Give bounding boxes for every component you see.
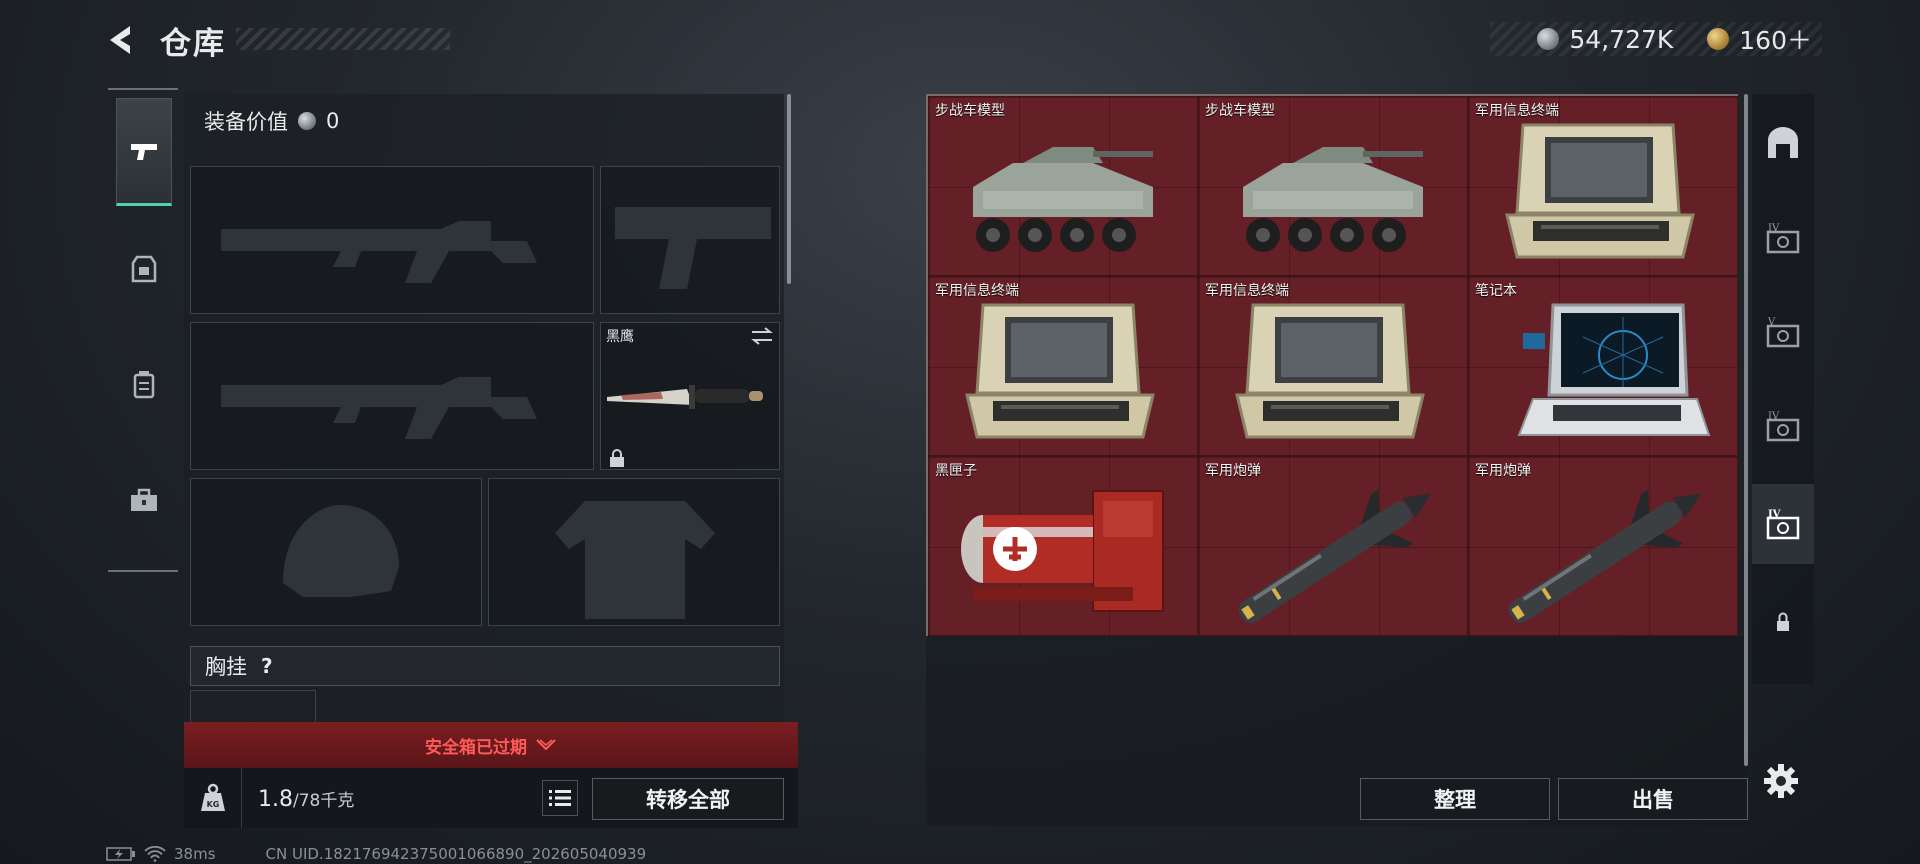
settings-gear-icon[interactable]: [1762, 762, 1800, 800]
lock-icon: [1777, 612, 1789, 631]
tab-armor[interactable]: [116, 214, 172, 322]
storage-item-black-box[interactable]: 黑匣子: [928, 456, 1198, 636]
rail-tab-storage-2[interactable]: V: [1752, 292, 1814, 372]
helmet-slot[interactable]: [190, 478, 482, 626]
silver-coin-icon: [298, 112, 316, 130]
rail-tab-storage-3[interactable]: IV: [1752, 386, 1814, 466]
list-icon: [549, 790, 571, 806]
safe-box-expired-banner[interactable]: 安全箱已过期: [184, 722, 798, 768]
helmet-placeholder-icon: [283, 505, 399, 597]
svg-text:IV: IV: [1768, 411, 1780, 422]
tab-toolbox[interactable]: [116, 446, 172, 554]
weight-box: KG: [184, 768, 242, 828]
storage-box-icon: IV: [1766, 411, 1800, 442]
gold-coin-icon: [1707, 28, 1730, 50]
battery-icon: [106, 847, 135, 861]
list-view-button[interactable]: [542, 780, 578, 816]
swap-arrows-icon[interactable]: [750, 326, 774, 346]
rail-tab-storage-4[interactable]: IV: [1752, 484, 1814, 564]
ifv-model-icon: [1243, 147, 1423, 252]
page-title: 仓库: [160, 26, 226, 62]
rail-tab-locked[interactable]: [1752, 582, 1814, 662]
armor-placeholder-icon: [555, 501, 715, 619]
equipment-value-amount: 0: [326, 109, 340, 133]
wifi-icon: [144, 846, 166, 862]
back-arrow-icon[interactable]: [104, 22, 140, 58]
status-line: 38ms CN UID.18217694237500106689​0_20260…: [106, 845, 646, 863]
backpack-icon: [133, 371, 155, 399]
military-terminal-icon: [1235, 303, 1425, 439]
pistol-slot[interactable]: [600, 166, 780, 314]
tab-backpack[interactable]: [116, 330, 172, 438]
storage-grid: 步战车模型 步战车模型 军用信息终端 军用信息终端 军用信息终端 笔记本 黑匣子 军用炮弹 军用…: [926, 94, 1738, 636]
chest-rig-slot[interactable]: [190, 690, 316, 726]
artillery-shell-icon: [1508, 489, 1701, 623]
storage-item-military-terminal[interactable]: 军用信息终端: [928, 276, 1198, 456]
military-terminal-icon: [1505, 123, 1695, 259]
equipment-tab-column: [108, 88, 178, 572]
sort-button[interactable]: 整理: [1360, 778, 1550, 820]
chevron-down-icon: [536, 739, 556, 751]
currency-bar: 54,727K 160＋: [1490, 22, 1822, 56]
currency-secondary[interactable]: 160＋: [1739, 21, 1812, 57]
storage-scrollbar[interactable]: [1744, 94, 1748, 766]
secondary-weapon-slot[interactable]: [190, 322, 594, 470]
pistol-placeholder-icon: [615, 207, 771, 289]
equipment-value: 装备价值 0: [204, 106, 339, 136]
equipment-value-label: 装备价值: [204, 110, 288, 134]
ping-value: 38ms: [174, 845, 216, 863]
help-icon[interactable]: ?: [261, 654, 273, 678]
tab-weapons[interactable]: [116, 98, 172, 206]
weight-kg-icon: KG: [200, 783, 225, 811]
silver-coin-icon: [1537, 28, 1560, 50]
ifv-model-icon: [973, 147, 1153, 252]
sell-button[interactable]: 出售: [1558, 778, 1748, 820]
vault-icon: [1768, 127, 1798, 158]
weight-readout: 1.8/78千克: [258, 786, 354, 812]
chest-rig-section: 胸挂 ?: [190, 646, 780, 686]
safe-box-status: 安全箱已过期: [425, 737, 527, 758]
vest-icon: [131, 255, 157, 283]
equipment-scrollbar[interactable]: [787, 94, 791, 284]
storage-box-icon: IV: [1766, 509, 1800, 540]
storage-item-artillery-shell[interactable]: 军用炮弹: [1468, 456, 1738, 636]
transfer-all-button[interactable]: 转移全部: [592, 778, 784, 820]
rifle-placeholder-icon: [221, 377, 537, 439]
rail-tab-storage-1[interactable]: IV: [1752, 198, 1814, 278]
rifle-placeholder-icon: [221, 221, 537, 283]
weight-current: 1.8: [258, 787, 293, 812]
storage-item-ifv-model[interactable]: 步战车模型: [928, 96, 1198, 276]
storage-item-military-terminal[interactable]: 军用信息终端: [1198, 276, 1468, 456]
black-box-icon: [961, 490, 1164, 612]
storage-box-icon: V: [1766, 317, 1800, 348]
storage-item-artillery-shell[interactable]: 军用炮弹: [1198, 456, 1468, 636]
storage-item-military-terminal[interactable]: 军用信息终端: [1468, 96, 1738, 276]
title-decoration: [236, 28, 450, 50]
storage-item-laptop[interactable]: 笔记本: [1468, 276, 1738, 456]
melee-item-name: 黑鹰: [606, 329, 634, 345]
primary-weapon-slot[interactable]: [190, 166, 594, 314]
svg-text:IV: IV: [1768, 509, 1781, 520]
military-terminal-icon: [965, 303, 1155, 439]
svg-text:KG: KG: [206, 800, 219, 809]
currency-primary: 54,727K: [1569, 24, 1674, 54]
storage-item-ifv-model[interactable]: 步战车模型: [1198, 96, 1468, 276]
storage-box-icon: IV: [1766, 223, 1800, 254]
lock-icon: [610, 449, 624, 467]
svg-text:V: V: [1767, 317, 1776, 328]
toolbox-icon: [131, 488, 157, 511]
chest-rig-label: 胸挂: [205, 655, 247, 679]
body-armor-slot[interactable]: [488, 478, 780, 626]
uid-text: CN UID.18217694237500106689​0_2026050409…: [265, 845, 647, 863]
weight-capacity: /78千克: [293, 791, 355, 811]
svg-text:IV: IV: [1768, 223, 1780, 234]
rail-tab-home[interactable]: [1752, 102, 1814, 182]
pistol-icon: [131, 144, 157, 160]
artillery-shell-icon: [1238, 489, 1431, 623]
laptop-icon: [1517, 303, 1711, 436]
